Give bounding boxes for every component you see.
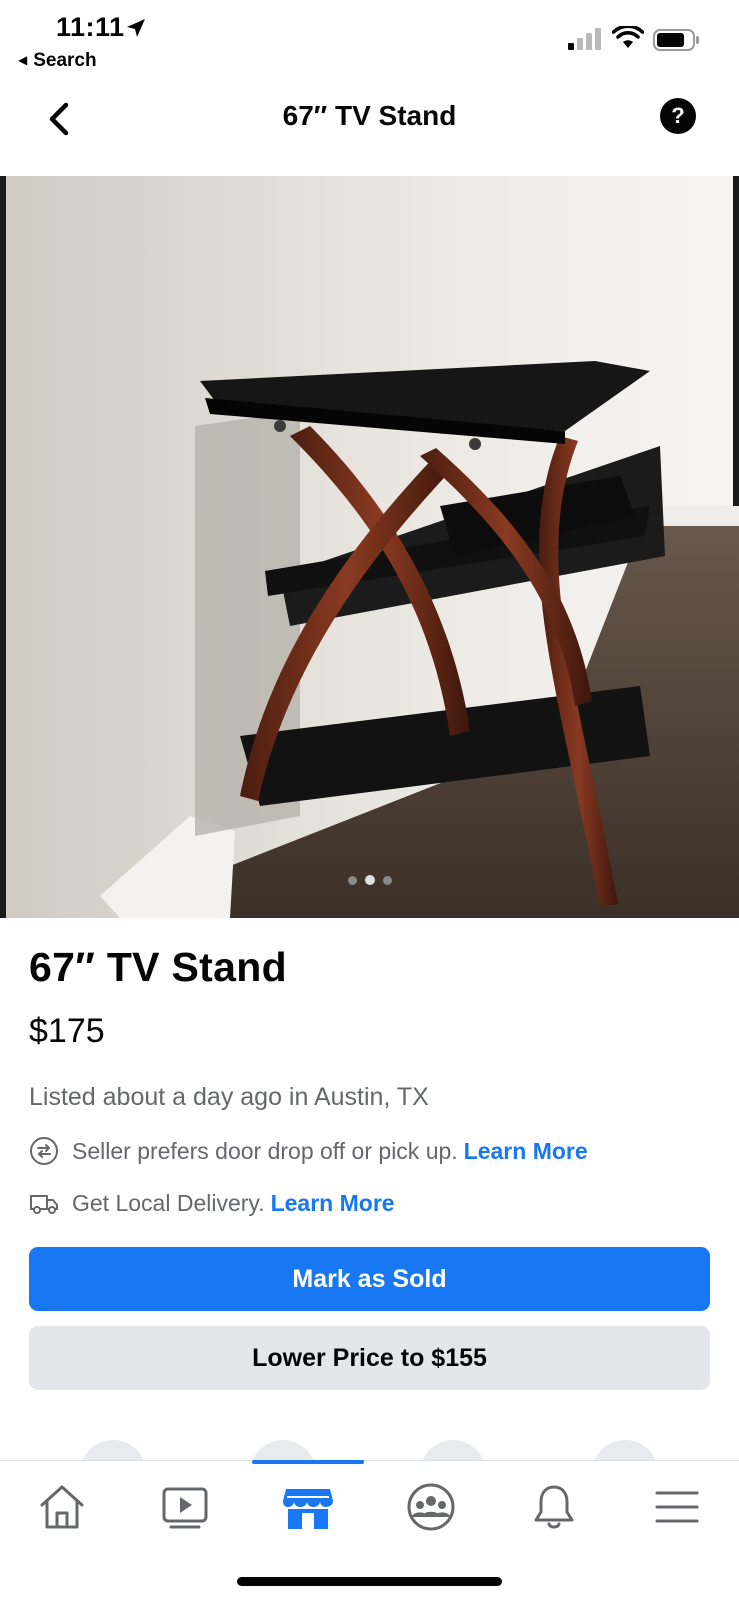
navigation-bar: 67″ TV Stand ? [0,84,739,154]
notifications-icon[interactable] [524,1479,584,1535]
photo-pagination-dots [0,872,739,890]
pickup-learn-more-link[interactable]: Learn More [464,1138,588,1165]
delivery-learn-more-link[interactable]: Learn More [271,1190,395,1217]
delivery-text: Get Local Delivery. [72,1189,265,1216]
pickup-text: Seller prefers door drop off or pick up. [72,1137,458,1164]
back-app-label: Search [33,50,97,71]
lower-price-button[interactable]: Lower Price to $155 [29,1326,710,1390]
cellular-signal-icon [568,28,601,50]
delivery-row: Get Local Delivery. Learn More [29,1188,395,1218]
listing-title: 67″ TV Stand [29,944,287,990]
photo-dot-active[interactable] [364,875,375,885]
exchange-icon [30,1137,58,1165]
pickup-preference-row: Seller prefers door drop off or pick up.… [29,1136,588,1166]
back-to-search-link[interactable]: ◀ Search [18,50,97,72]
photo-dot[interactable] [347,876,357,885]
nav-title: 67″ TV Stand [282,100,457,131]
tv-stand-photo [0,176,739,918]
listing-meta: Listed about a day ago in Austin, TX [29,1083,429,1111]
marketplace-icon[interactable] [278,1479,338,1535]
listing-photo[interactable] [0,176,739,918]
active-tab-indicator [252,1460,364,1464]
photo-dot[interactable] [382,876,392,885]
listing-price: $175 [29,1012,105,1050]
video-icon[interactable] [155,1479,215,1535]
help-button[interactable]: ? [660,98,696,134]
wifi-icon [612,26,644,48]
status-bar: 11:11 ◀ Search [0,0,739,80]
mark-as-sold-button[interactable]: Mark as Sold [29,1247,710,1311]
battery-icon [653,29,699,51]
menu-icon[interactable] [647,1479,707,1535]
home-indicator [237,1577,502,1586]
delivery-truck-icon [30,1195,58,1214]
location-arrow-icon [127,19,145,37]
groups-icon[interactable] [401,1479,461,1535]
home-icon[interactable] [32,1479,92,1535]
status-time: 11:11 [56,12,125,42]
back-triangle-icon: ◀ [18,53,28,67]
